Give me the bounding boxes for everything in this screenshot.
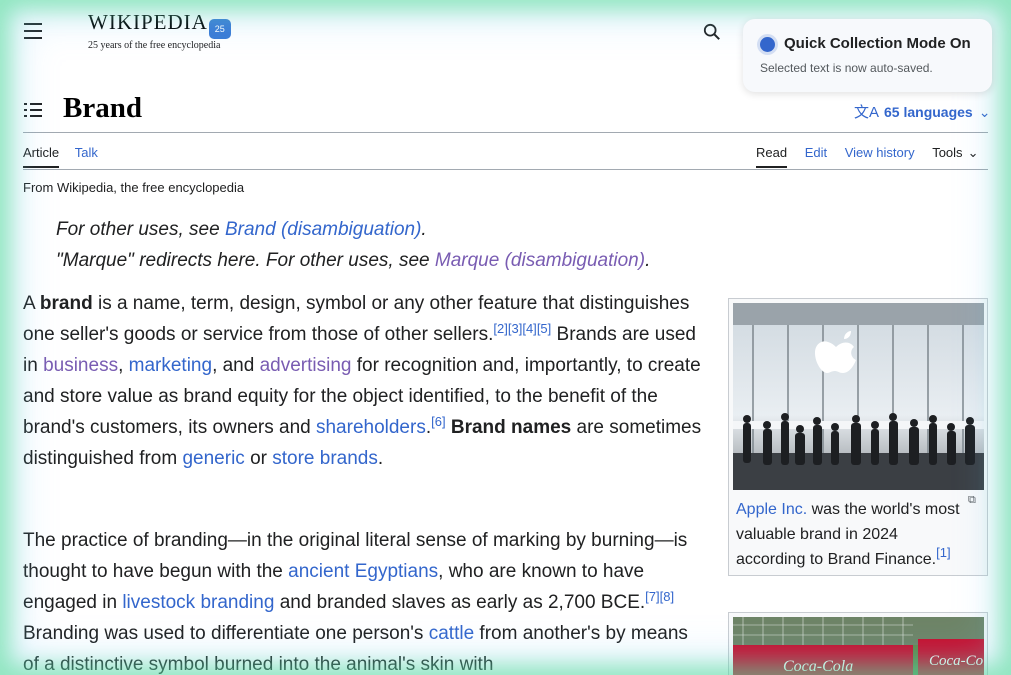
tab-edit[interactable]: Edit bbox=[805, 145, 827, 166]
tab-tools[interactable]: Tools ⌄ bbox=[932, 145, 978, 167]
apple-store-figure: ⧉ Apple Inc. was the world's most valuab… bbox=[728, 298, 988, 576]
text: Branding was used to differentiate one p… bbox=[23, 623, 429, 644]
livestock-branding-link[interactable]: livestock branding bbox=[122, 592, 274, 613]
apple-store-image[interactable] bbox=[733, 303, 984, 490]
coca-cola-logo-text-2: Coca-Cola bbox=[929, 653, 984, 669]
text: or bbox=[244, 448, 273, 469]
citation-link[interactable]: [6] bbox=[431, 414, 445, 429]
citation-link[interactable]: [2] bbox=[493, 321, 507, 336]
citation-link[interactable]: [3] bbox=[508, 321, 522, 336]
ancient-egyptians-link[interactable]: ancient Egyptians bbox=[288, 561, 438, 582]
text: , bbox=[118, 355, 129, 376]
citation-link[interactable]: [7] bbox=[645, 589, 659, 604]
chevron-down-icon: ⌄ bbox=[967, 145, 979, 160]
citation-link[interactable]: [1] bbox=[936, 545, 950, 560]
toast-subtitle: Selected text is now auto-saved. bbox=[760, 61, 933, 75]
hatnote-text: For other uses, see bbox=[56, 219, 225, 240]
page-title: Brand bbox=[63, 92, 142, 124]
tab-talk[interactable]: Talk bbox=[75, 145, 98, 166]
hatnote-brand: For other uses, see Brand (disambiguatio… bbox=[56, 219, 427, 241]
history-paragraph: The practice of branding—in the original… bbox=[23, 525, 703, 675]
hatnote-text: "Marque" redirects here. For other uses,… bbox=[56, 250, 435, 271]
languages-button[interactable]: 文A 65 languages ⌄ bbox=[854, 101, 990, 122]
text: . bbox=[377, 448, 384, 469]
generic-link[interactable]: generic bbox=[182, 448, 244, 469]
citation-link[interactable]: [4] bbox=[522, 321, 536, 336]
logo-tagline: 25 years of the free encyclopedia bbox=[88, 40, 221, 51]
business-link[interactable]: business bbox=[43, 355, 118, 376]
bold-term: Brand names bbox=[450, 417, 572, 438]
text: and branded slaves as early as 2,700 BCE… bbox=[274, 592, 646, 613]
table-of-contents-icon[interactable] bbox=[24, 102, 42, 118]
status-dot-icon bbox=[760, 37, 775, 52]
title-divider bbox=[23, 132, 988, 133]
tab-article[interactable]: Article bbox=[23, 145, 60, 168]
coca-cola-logo-text-1: Coca-Cola bbox=[783, 658, 853, 675]
enlarge-icon[interactable]: ⧉ bbox=[968, 494, 976, 507]
hatnote-text: . bbox=[421, 219, 427, 240]
citation-link[interactable]: [5] bbox=[537, 321, 551, 336]
shareholders-link[interactable]: shareholders bbox=[316, 417, 426, 438]
logo-wordmark: WIKIPEDIA bbox=[88, 10, 208, 34]
languages-label: 65 languages bbox=[884, 104, 973, 120]
citation-link[interactable]: [8] bbox=[660, 589, 674, 604]
cattle-link[interactable]: cattle bbox=[429, 623, 474, 644]
puzzle-badge-icon: 25 bbox=[208, 19, 231, 39]
bold-term: brand bbox=[39, 293, 93, 314]
brand-disambiguation-link[interactable]: Brand (disambiguation) bbox=[225, 219, 421, 240]
hatnote-marque: "Marque" redirects here. For other uses,… bbox=[56, 250, 650, 272]
marketing-link[interactable]: marketing bbox=[129, 355, 212, 376]
chevron-down-icon: ⌄ bbox=[978, 104, 991, 120]
second-figure: Coca-Cola Coca-Cola bbox=[728, 612, 988, 675]
tools-label: Tools bbox=[932, 145, 963, 160]
advertising-link[interactable]: advertising bbox=[260, 355, 352, 376]
toast-title: Quick Collection Mode On bbox=[784, 35, 971, 52]
stadium-advertising-image[interactable]: Coca-Cola Coca-Cola bbox=[733, 617, 984, 675]
main-menu-icon[interactable] bbox=[24, 23, 42, 39]
tabs-divider bbox=[23, 169, 988, 170]
quick-collection-toast: Quick Collection Mode On Selected text i… bbox=[743, 19, 992, 92]
tab-read[interactable]: Read bbox=[756, 145, 788, 168]
figure-caption: Apple Inc. was the world's most valuable… bbox=[736, 497, 968, 572]
search-icon[interactable] bbox=[703, 23, 721, 41]
view-tabs: Read Edit View history Tools ⌄ bbox=[756, 145, 978, 168]
store-brands-link[interactable]: store brands bbox=[272, 448, 378, 469]
marque-disambiguation-link[interactable]: Marque (disambiguation) bbox=[435, 250, 645, 271]
text: , and bbox=[212, 355, 260, 376]
site-subtitle: From Wikipedia, the free encyclopedia bbox=[23, 180, 245, 195]
wikipedia-logo[interactable]: WIKIPEDIA 25 25 years of the free encyclo… bbox=[88, 10, 231, 51]
namespace-tabs: Article Talk bbox=[23, 145, 110, 168]
intro-paragraph: A brand is a name, term, design, symbol … bbox=[23, 288, 703, 474]
hatnote-text: . bbox=[645, 250, 651, 271]
apple-inc-link[interactable]: Apple Inc. bbox=[736, 501, 807, 518]
translate-icon: 文A bbox=[854, 104, 880, 121]
text: A bbox=[23, 293, 40, 314]
tab-view-history[interactable]: View history bbox=[845, 145, 915, 166]
